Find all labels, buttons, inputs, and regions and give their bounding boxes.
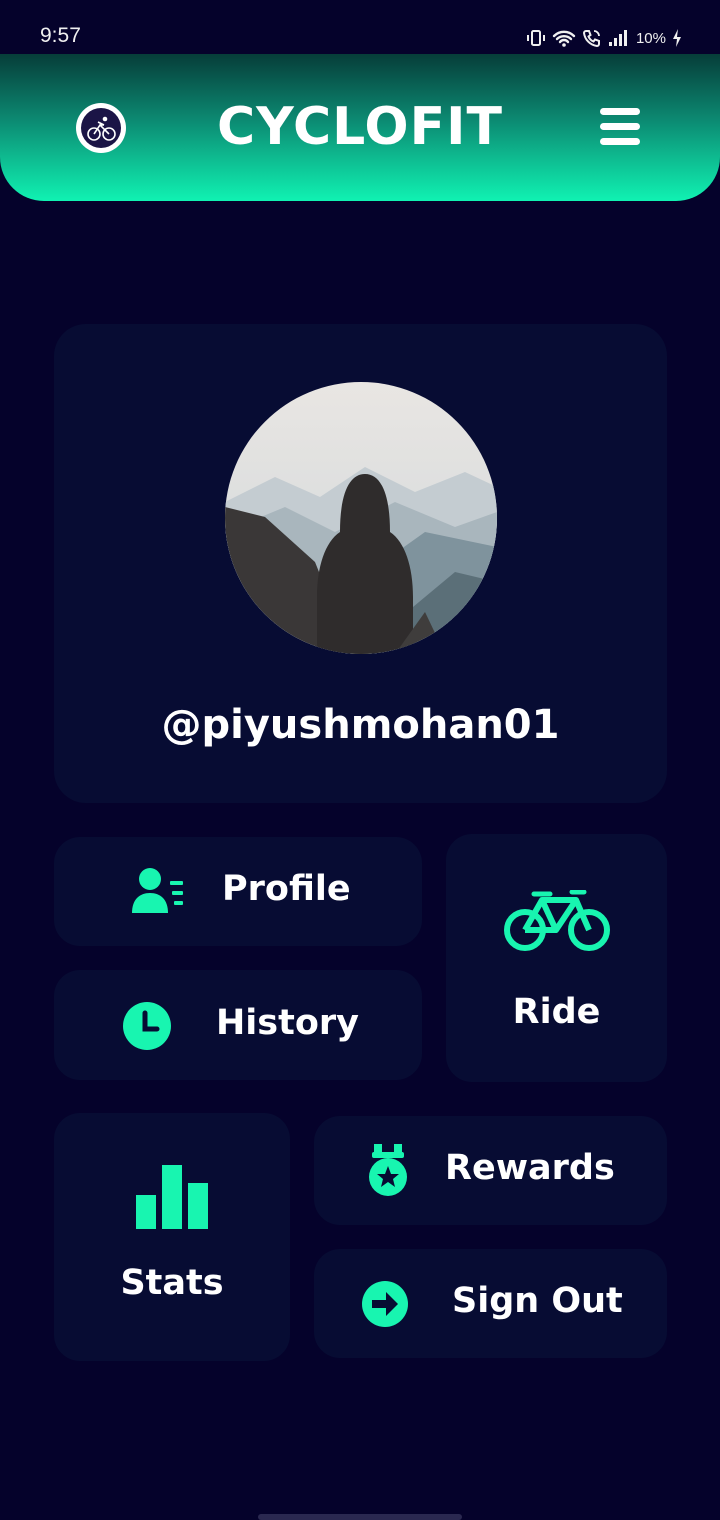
bicycle-icon <box>504 889 610 956</box>
bar-chart-icon <box>136 1165 208 1233</box>
status-icons: 10% <box>526 25 682 51</box>
sign-out-label: Sign Out <box>452 1281 623 1321</box>
history-button[interactable]: History <box>54 970 422 1080</box>
wifi-icon <box>552 28 576 48</box>
stats-button[interactable]: Stats <box>54 1113 290 1361</box>
hamburger-menu-icon[interactable] <box>596 108 644 148</box>
signal-icon <box>608 28 630 48</box>
profile-label: Profile <box>222 869 351 909</box>
avatar-photo[interactable] <box>225 382 497 654</box>
sign-out-button[interactable]: Sign Out <box>314 1249 667 1358</box>
status-time: 9:57 <box>40 24 81 47</box>
wifi-call-icon <box>582 28 602 48</box>
profile-button[interactable]: Profile <box>54 837 422 946</box>
arrow-circle-right-icon <box>362 1281 408 1331</box>
stats-label: Stats <box>120 1263 224 1303</box>
user-list-icon <box>132 867 186 919</box>
rewards-button[interactable]: Rewards <box>314 1116 667 1225</box>
ride-button[interactable]: Ride <box>446 834 667 1082</box>
ride-label: Ride <box>512 992 601 1032</box>
app-header: CYCLOFIT <box>0 54 720 201</box>
profile-card: @piyushmohan01 <box>54 324 667 803</box>
history-label: History <box>216 1003 359 1043</box>
status-bar: 9:57 10% <box>0 0 720 58</box>
medal-icon <box>368 1144 408 1202</box>
battery-text: 10% <box>635 29 666 47</box>
home-indicator[interactable] <box>258 1514 462 1520</box>
vibrate-icon <box>526 28 546 48</box>
rewards-label: Rewards <box>445 1148 615 1188</box>
battery-charging-icon <box>672 28 682 48</box>
username: @piyushmohan01 <box>161 702 560 748</box>
clock-icon <box>122 1001 172 1055</box>
